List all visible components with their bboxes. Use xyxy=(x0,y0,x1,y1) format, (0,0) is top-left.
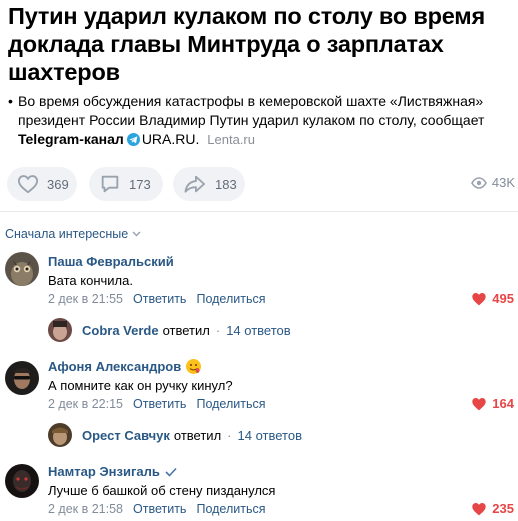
source-label[interactable]: Lenta.ru xyxy=(207,132,255,147)
channel-name[interactable]: URA.RU. xyxy=(142,131,200,147)
separator-dot: · xyxy=(215,322,221,338)
reply-author[interactable]: Cobra Verde xyxy=(82,323,159,338)
chevron-down-icon xyxy=(132,231,141,237)
sort-label: Сначала интересные xyxy=(5,227,129,241)
article-lead: • Во время обсуждения катастрофы в кемер… xyxy=(8,92,508,149)
comment-meta: 2 дек в 21:58 Ответить Поделиться xyxy=(48,502,265,516)
bullet: • xyxy=(8,93,13,109)
reply-count[interactable]: 14 ответов xyxy=(226,323,290,338)
comment-date[interactable]: 2 дек в 22:15 xyxy=(48,397,123,411)
avatar[interactable] xyxy=(5,252,39,286)
comment-count: 173 xyxy=(129,176,151,192)
comment-meta: 2 дек в 21:55 Ответить Поделиться xyxy=(48,292,265,306)
comment-text: Вата кончила. xyxy=(48,273,133,288)
reply-link[interactable]: Ответить xyxy=(133,397,186,411)
avatar xyxy=(48,318,72,342)
share-link[interactable]: Поделиться xyxy=(196,502,265,516)
share-button[interactable]: 183 xyxy=(173,167,245,201)
reply-thread[interactable]: Орест Савчук ответил · 14 ответов xyxy=(48,423,302,447)
comment-like-count: 495 xyxy=(492,291,514,306)
reply-link[interactable]: Ответить xyxy=(133,292,186,306)
verified-check-icon xyxy=(165,467,177,477)
eye-icon xyxy=(470,176,487,189)
action-bar: 369 173 183 43K xyxy=(7,167,515,201)
comment-date[interactable]: 2 дек в 21:55 xyxy=(48,292,123,306)
heart-outline-icon xyxy=(17,175,39,194)
comment-text: Лучше б башкой об стену пизданулся xyxy=(48,483,276,498)
share-link[interactable]: Поделиться xyxy=(196,397,265,411)
reply-verb: ответил xyxy=(173,427,222,443)
emoji-badge-icon xyxy=(186,359,202,374)
like-button[interactable]: 369 xyxy=(7,167,77,201)
channel-label: Telegram-канал xyxy=(18,131,124,147)
comment-like-count: 235 xyxy=(492,501,514,516)
avatar[interactable] xyxy=(5,361,39,395)
comment-like-button[interactable]: 235 xyxy=(471,501,514,516)
comment-meta: 2 дек в 22:15 Ответить Поделиться xyxy=(48,397,265,411)
reply-link[interactable]: Ответить xyxy=(133,502,186,516)
sort-dropdown[interactable]: Сначала интересные xyxy=(5,227,141,241)
comment-like-button[interactable]: 164 xyxy=(471,396,514,411)
separator-dot: · xyxy=(227,427,232,443)
share-icon xyxy=(184,175,205,193)
telegram-icon xyxy=(126,133,140,146)
reply-count[interactable]: 14 ответов xyxy=(238,428,302,443)
views-count: 43K xyxy=(491,175,515,190)
comment-like-button[interactable]: 495 xyxy=(471,291,514,306)
heart-icon xyxy=(472,292,486,305)
article-headline[interactable]: Путин ударил кулаком по столу во время д… xyxy=(8,2,513,86)
avatar[interactable] xyxy=(5,464,39,498)
lead-text: Во время обсуждения катастрофы в кемеров… xyxy=(18,93,485,128)
avatar xyxy=(48,423,72,447)
comment-author[interactable]: Афоня Александров xyxy=(48,359,202,374)
comment-author[interactable]: Паша Февральский xyxy=(48,254,174,269)
reply-verb: ответил xyxy=(162,322,210,338)
comment-icon xyxy=(101,175,119,193)
reply-thread[interactable]: Cobra Verde ответил · 14 ответов xyxy=(48,318,291,342)
heart-icon xyxy=(472,397,486,410)
reply-author[interactable]: Орест Савчук xyxy=(82,428,170,443)
comment-author[interactable]: Намтар Энзигаль xyxy=(48,464,177,479)
comment-date[interactable]: 2 дек в 21:58 xyxy=(48,502,123,516)
like-count: 369 xyxy=(47,176,69,192)
share-link[interactable]: Поделиться xyxy=(196,292,265,306)
share-count: 183 xyxy=(215,176,237,192)
comment-text: А помните как он ручку кинул? xyxy=(48,378,233,393)
comment-like-count: 164 xyxy=(492,396,514,411)
comment-button[interactable]: 173 xyxy=(89,167,163,201)
views-counter: 43K xyxy=(470,175,515,190)
heart-icon xyxy=(472,502,486,515)
divider xyxy=(0,211,518,212)
